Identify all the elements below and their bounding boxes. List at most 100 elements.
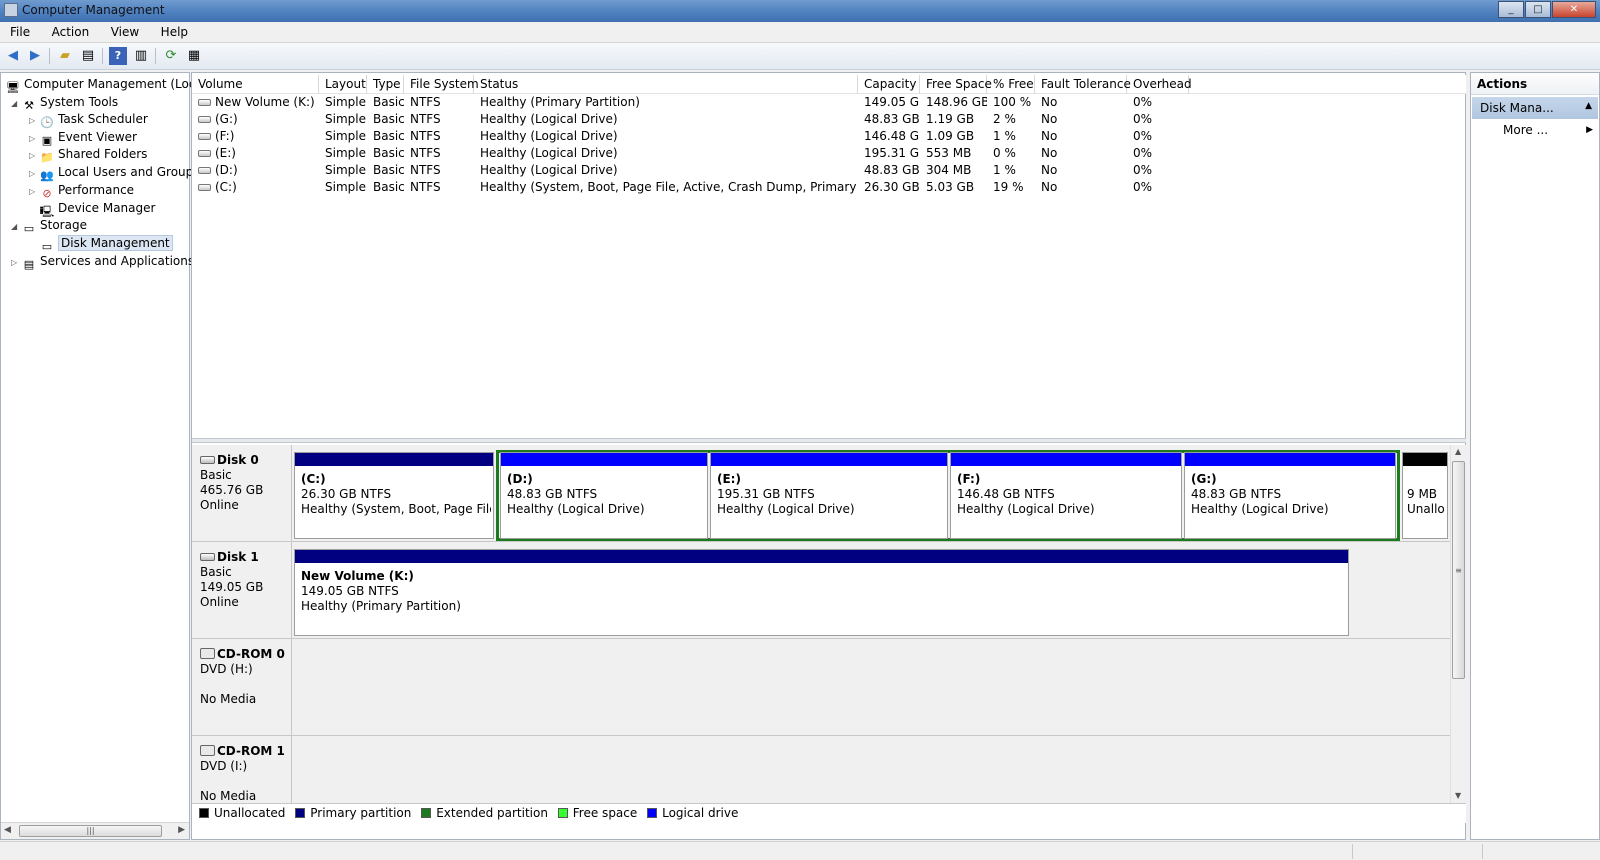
tree-item-system-tools[interactable]: ◢ ⚒ System Tools [11, 93, 118, 113]
minimize-button[interactable]: _ [1498, 1, 1524, 18]
disk-label[interactable]: Disk 0 Basic 465.76 GB Online [192, 445, 292, 541]
tree-item-storage[interactable]: ◢ ▭ Storage [11, 216, 87, 236]
percent-free-cell: 1 % [993, 163, 1016, 177]
overhead-cell: 0% [1133, 112, 1153, 126]
partition-f[interactable]: (F:) 146.48 GB NTFS Healthy (Logical Dri… [950, 452, 1182, 539]
percent-free-cell: 19 % [993, 180, 1024, 194]
tree-item-event-viewer[interactable]: ▷ ▣ Event Viewer [29, 128, 137, 147]
scroll-right-icon[interactable]: ▶ [178, 825, 185, 835]
col-capacity[interactable]: Capacity [858, 75, 920, 94]
tree-item-disk-management[interactable]: ▭ Disk Management [39, 234, 173, 253]
logical-drive-bar [711, 453, 947, 466]
hard-disk-icon [200, 553, 215, 561]
table-row[interactable]: (G:) Simple Basic NTFS Healthy (Logical … [192, 111, 1466, 128]
forward-arrow-icon[interactable]: ▶ [26, 47, 44, 65]
disk-label[interactable]: CD-ROM 0 DVD (H:) No Media [192, 639, 292, 735]
scrollbar-thumb[interactable]: ≡ [1452, 461, 1465, 679]
collapse-arrow-icon[interactable]: ◢ [11, 95, 21, 113]
col-status[interactable]: Status [474, 75, 858, 94]
disk-view-vertical-scrollbar[interactable]: ▲ ≡ ▼ [1450, 445, 1466, 803]
export-icon[interactable]: ▦ [185, 47, 203, 65]
partition-c[interactable]: (C:) 26.30 GB NTFS Healthy (System, Boot… [294, 452, 494, 539]
col-free-space[interactable]: Free Space [920, 75, 992, 94]
layout-cell: Simple [325, 180, 366, 194]
unallocated-swatch [199, 808, 209, 818]
menu-view[interactable]: View [101, 22, 147, 39]
tree-item-computer-management[interactable]: 🖥 Computer Management (Local [5, 75, 206, 94]
pane-splitter[interactable] [192, 438, 1466, 443]
collapse-arrow-icon[interactable]: ◢ [11, 218, 21, 236]
expand-arrow-icon[interactable]: ▷ [11, 254, 21, 272]
submenu-arrow-icon[interactable]: ▶ [1586, 125, 1593, 135]
more-actions-link[interactable]: More ... [1503, 123, 1548, 137]
table-row[interactable]: (E:) Simple Basic NTFS Healthy (Logical … [192, 145, 1466, 162]
status-cell: Healthy (Primary Partition) [480, 95, 640, 109]
drive-icon [198, 150, 211, 157]
type-cell: Basic [373, 180, 404, 194]
disk-label[interactable]: CD-ROM 1 DVD (I:) No Media [192, 736, 292, 803]
status-cell: Healthy (Logical Drive) [480, 129, 618, 143]
col-layout[interactable]: Layout [319, 75, 367, 94]
tree-item-task-scheduler[interactable]: ▷ 🕒 Task Scheduler [29, 110, 148, 129]
back-arrow-icon[interactable]: ◀ [4, 47, 22, 65]
window-title: Computer Management [22, 3, 165, 17]
scroll-left-icon[interactable]: ◀ [4, 825, 11, 835]
close-button[interactable]: ✕ [1552, 1, 1596, 18]
partition-d[interactable]: (D:) 48.83 GB NTFS Healthy (Logical Driv… [500, 452, 708, 539]
maximize-button[interactable]: □ [1525, 1, 1551, 18]
type-cell: Basic [373, 146, 404, 160]
partition-e[interactable]: (E:) 195.31 GB NTFS Healthy (Logical Dri… [710, 452, 948, 539]
capacity-cell: 48.83 GB [864, 112, 920, 126]
menu-file[interactable]: File [0, 22, 38, 39]
col-percent-free[interactable]: % Free [987, 75, 1035, 94]
table-row[interactable]: New Volume (K:) Simple Basic NTFS Health… [192, 94, 1466, 111]
status-cell: Healthy (Logical Drive) [480, 163, 618, 177]
properties-icon[interactable]: ▥ [132, 47, 150, 65]
actions-section-disk-management[interactable]: Disk Mana... ▲ [1472, 97, 1598, 119]
table-row[interactable]: (D:) Simple Basic NTFS Healthy (Logical … [192, 162, 1466, 179]
tree-item-performance[interactable]: ▷ ⊘ Performance [29, 181, 134, 201]
fault-tolerance-cell: No [1041, 95, 1058, 109]
collapse-up-icon[interactable]: ▲ [1585, 101, 1592, 111]
capacity-cell: 195.31 GB [864, 146, 920, 160]
status-separator [1352, 844, 1353, 859]
legend: Unallocated Primary partition Extended p… [192, 803, 1466, 823]
file-system-cell: NTFS [410, 180, 441, 194]
menu-action[interactable]: Action [42, 22, 98, 39]
col-file-system[interactable]: File System [404, 75, 479, 94]
refresh-icon[interactable]: ⟳ [162, 47, 180, 65]
col-fault-tolerance[interactable]: Fault Tolerance [1035, 75, 1131, 94]
tree-item-shared-folders[interactable]: ▷ 📁 Shared Folders [29, 145, 147, 164]
menu-help[interactable]: Help [151, 22, 196, 39]
layout-cell: Simple [325, 146, 366, 160]
folder-up-icon[interactable]: ▰ [56, 47, 74, 65]
volume-table-header: Volume Layout Type File System Status Ca… [192, 75, 1466, 94]
col-overhead[interactable]: Overhead [1127, 75, 1192, 94]
tree-horizontal-scrollbar[interactable]: ◀ ||| ▶ [1, 822, 189, 839]
table-row[interactable]: (C:) Simple Basic NTFS Healthy (System, … [192, 179, 1466, 196]
scroll-down-icon[interactable]: ▼ [1455, 791, 1461, 800]
disk-label[interactable]: Disk 1 Basic 149.05 GB Online [192, 542, 292, 638]
partition-unallocated[interactable]: 9 MB Unallo [1402, 452, 1448, 539]
table-row[interactable]: (F:) Simple Basic NTFS Healthy (Logical … [192, 128, 1466, 145]
tree-item-services-applications[interactable]: ▷ ▤ Services and Applications [11, 252, 194, 272]
scrollbar-thumb[interactable]: ||| [19, 825, 162, 837]
fault-tolerance-cell: No [1041, 112, 1058, 126]
scroll-up-icon[interactable]: ▲ [1455, 447, 1461, 456]
free-space-cell: 304 MB [926, 163, 972, 177]
tree-item-device-manager[interactable]: 🖳 Device Manager [39, 199, 156, 218]
disk-row-cdrom-0: CD-ROM 0 DVD (H:) No Media [192, 639, 1450, 736]
help-icon[interactable]: ? [109, 47, 127, 65]
extended-partition-swatch [421, 808, 432, 818]
title-bar: Computer Management _ □ ✕ [0, 0, 1600, 22]
partition-g[interactable]: (G:) 48.83 GB NTFS Healthy (Logical Driv… [1184, 452, 1396, 539]
tree-item-local-users[interactable]: ▷ 👥 Local Users and Groups [29, 163, 200, 182]
col-volume[interactable]: Volume [192, 75, 319, 94]
expand-arrow-icon[interactable]: ▷ [29, 183, 39, 201]
percent-free-cell: 0 % [993, 146, 1016, 160]
col-type[interactable]: Type [367, 75, 404, 94]
console-tree-icon[interactable]: ▤ [79, 47, 97, 65]
partition-k[interactable]: New Volume (K:) 149.05 GB NTFS Healthy (… [294, 549, 1349, 636]
overhead-cell: 0% [1133, 95, 1153, 109]
overhead-cell: 0% [1133, 146, 1153, 160]
